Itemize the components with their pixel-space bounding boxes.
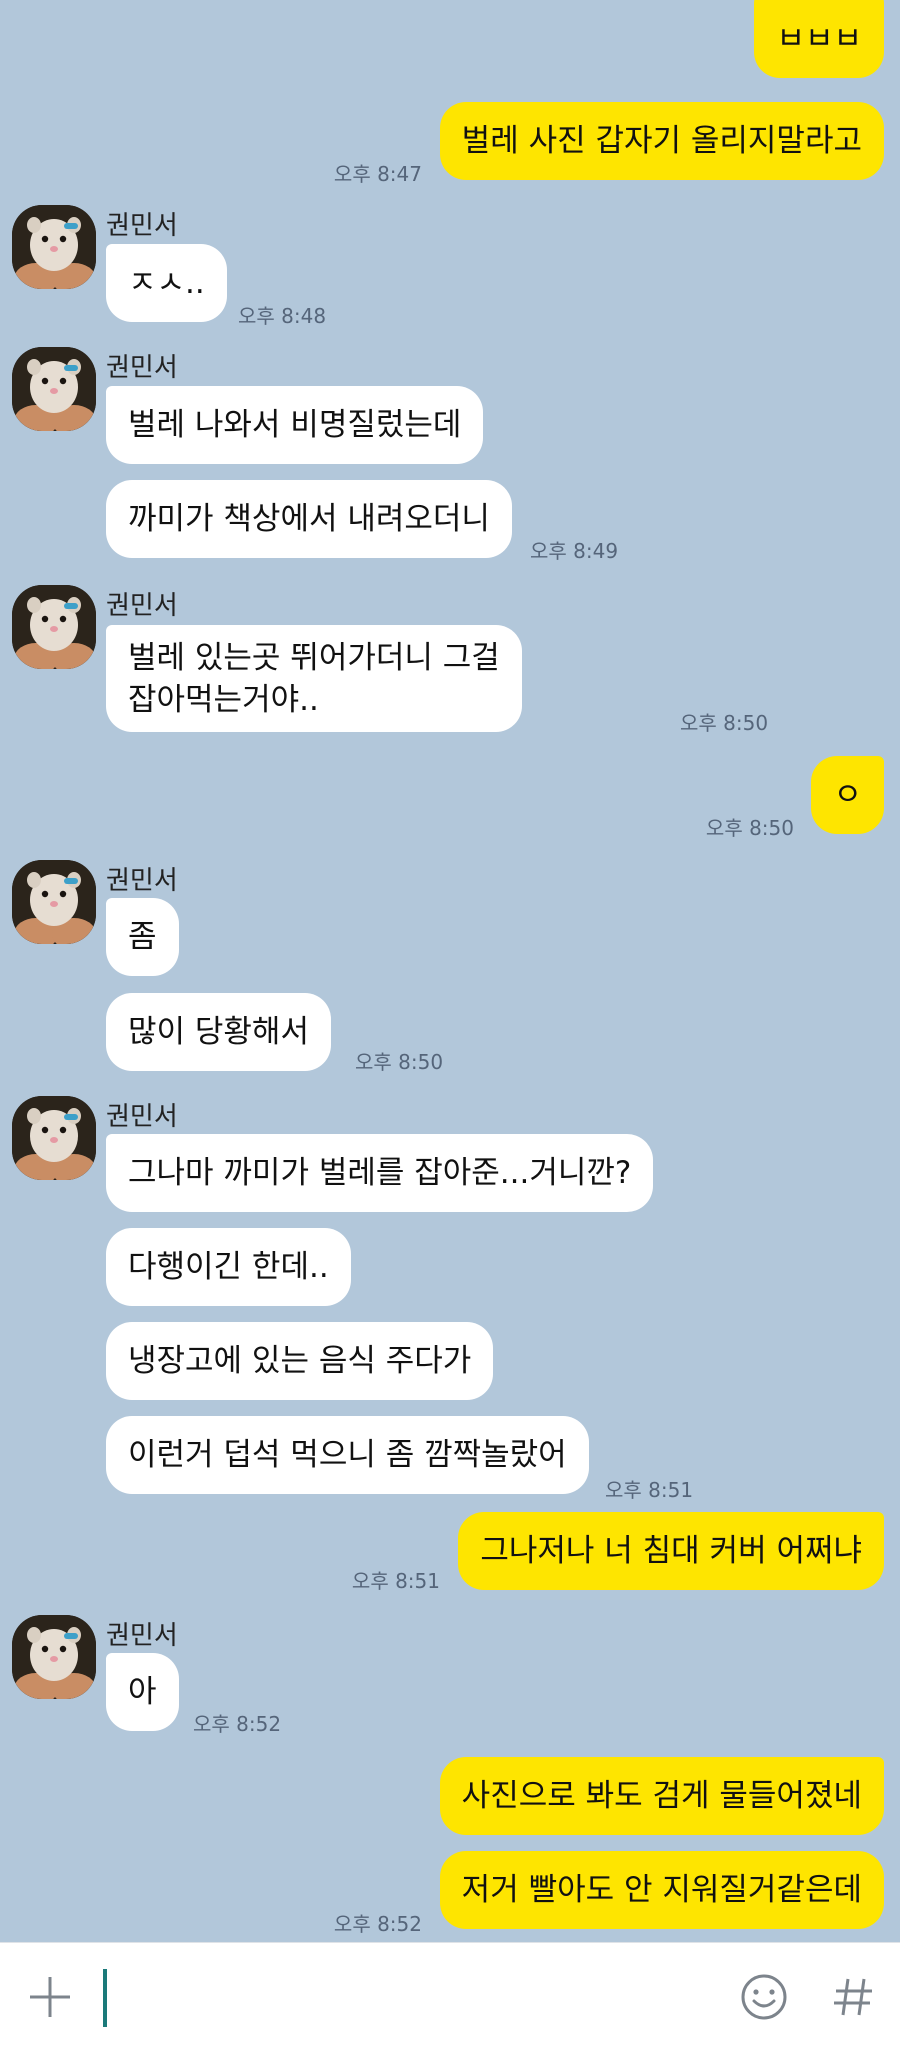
- my-message-bubble: 벌레 사진 갑자기 올리지말라고: [439, 102, 884, 180]
- contact-avatar[interactable]: [12, 205, 96, 289]
- message-time: 오후 8:50: [680, 711, 769, 735]
- my-message-bubble: ㅂㅂㅂ: [754, 0, 884, 78]
- their-message-bubble: 아: [106, 1653, 179, 1731]
- contact-name: 권민서: [106, 591, 178, 621]
- hamster-avatar-icon: [12, 205, 96, 289]
- their-message-bubble: 까미가 책상에서 내려오더니: [106, 480, 512, 558]
- their-message-bubble: 벌레 나와서 비명질렀는데: [106, 386, 484, 464]
- plus-icon[interactable]: [22, 1969, 78, 2025]
- message-time: 오후 8:51: [351, 1569, 440, 1593]
- my-message-bubble: 저거 빨아도 안 지워질거같은데: [439, 1851, 884, 1929]
- message-input-bar: [0, 1942, 900, 2051]
- message-time: 오후 8:50: [705, 816, 794, 840]
- message-time: 오후 8:52: [333, 1912, 422, 1936]
- contact-name: 권민서: [106, 1621, 178, 1651]
- message-time: 오후 8:49: [530, 539, 619, 563]
- their-message-bubble: 많이 당황해서: [106, 993, 331, 1071]
- contact-avatar[interactable]: [12, 860, 96, 944]
- contact-avatar[interactable]: [12, 347, 96, 431]
- contact-name: 권민서: [106, 866, 178, 896]
- hashtag-icon[interactable]: [824, 1967, 884, 2027]
- message-time: 오후 8:51: [605, 1478, 694, 1502]
- contact-name: 권민서: [106, 1102, 178, 1132]
- my-message-bubble: ㅇ: [811, 756, 884, 834]
- hamster-avatar-icon: [12, 347, 96, 431]
- message-time: 오후 8:47: [333, 162, 422, 186]
- hamster-avatar-icon: [12, 1096, 96, 1180]
- contact-avatar[interactable]: [12, 585, 96, 669]
- contact-name: 권민서: [106, 211, 178, 241]
- message-time: 오후 8:52: [193, 1712, 282, 1736]
- contact-avatar[interactable]: [12, 1615, 96, 1699]
- hamster-avatar-icon: [12, 1615, 96, 1699]
- contact-avatar[interactable]: [12, 1096, 96, 1180]
- hamster-avatar-icon: [12, 585, 96, 669]
- their-message-bubble: 다행이긴 한데..: [106, 1228, 351, 1306]
- contact-name: 권민서: [106, 353, 178, 383]
- their-message-bubble: 좀: [106, 898, 179, 976]
- their-message-bubble: 그나마 까미가 벌레를 잡아준...거니깐?: [106, 1134, 654, 1212]
- hamster-avatar-icon: [12, 860, 96, 944]
- message-time: 오후 8:48: [238, 304, 327, 328]
- message-input[interactable]: [103, 1969, 107, 2027]
- message-time: 오후 8:50: [355, 1050, 444, 1074]
- my-message-bubble: 사진으로 봐도 검게 물들어졌네: [439, 1757, 884, 1835]
- their-message-bubble: ㅈㅅ..: [106, 244, 227, 322]
- my-message-bubble: 그나저나 너 침대 커버 어쩌냐: [458, 1512, 884, 1590]
- chat-area[interactable]: ㅂㅂㅂ 벌레 사진 갑자기 올리지말라고 오후 8:47 권민서 ㅈㅅ.. 오후…: [0, 0, 900, 1942]
- their-message-bubble: 벌레 있는곳 뛰어가더니 그걸 잡아먹는거야..: [106, 625, 522, 732]
- emoji-icon[interactable]: [734, 1967, 794, 2027]
- their-message-bubble: 이런거 덥석 먹으니 좀 깜짝놀랐어: [106, 1416, 589, 1494]
- their-message-bubble: 냉장고에 있는 음식 주다가: [106, 1322, 494, 1400]
